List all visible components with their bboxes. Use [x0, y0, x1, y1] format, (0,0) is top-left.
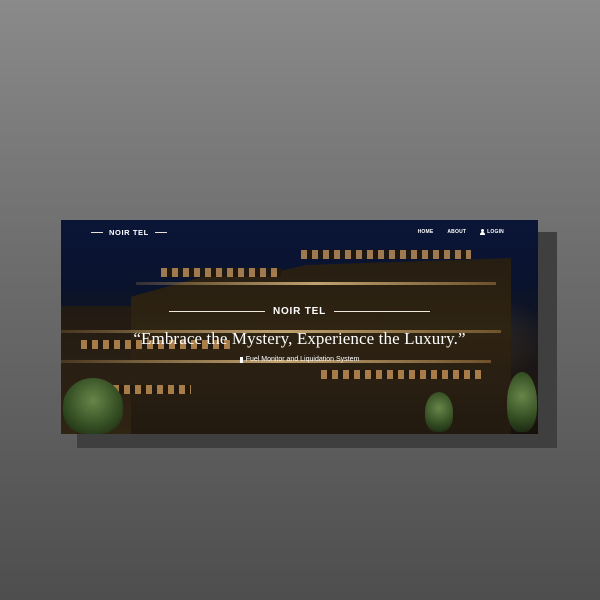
nav-brand-text: NOIR TEL: [109, 228, 149, 237]
brand-line-right: [154, 232, 167, 233]
nav-link-about[interactable]: ABOUT: [447, 229, 466, 235]
hero-banner: NOIR TEL HOME ABOUT LOGIN NOIR TEL “Embr…: [61, 220, 538, 434]
user-icon: [480, 229, 486, 235]
hero-brand: NOIR TEL: [61, 306, 538, 317]
fuel-icon: [239, 356, 243, 363]
nav-brand[interactable]: NOIR TEL: [91, 228, 167, 237]
nav-link-login-label: LOGIN: [487, 229, 504, 235]
nav-link-home[interactable]: HOME: [418, 229, 434, 235]
hero-brand-title: NOIR TEL: [272, 306, 327, 317]
hero-subtitle-text: Fuel Monitor and Liquidation System: [245, 356, 360, 363]
brand-line-left: [91, 232, 103, 233]
nav-link-login[interactable]: LOGIN: [480, 229, 504, 235]
hero-dim-overlay: [61, 220, 538, 434]
nav-links: HOME ABOUT LOGIN: [418, 229, 504, 235]
hero-headline: “Embrace the Mystery, Experience the Lux…: [133, 329, 466, 348]
hero-brand-line-right: [334, 311, 431, 312]
hero-subtitle: Fuel Monitor and Liquidation System: [61, 356, 538, 363]
hero-brand-line-left: [168, 311, 265, 312]
